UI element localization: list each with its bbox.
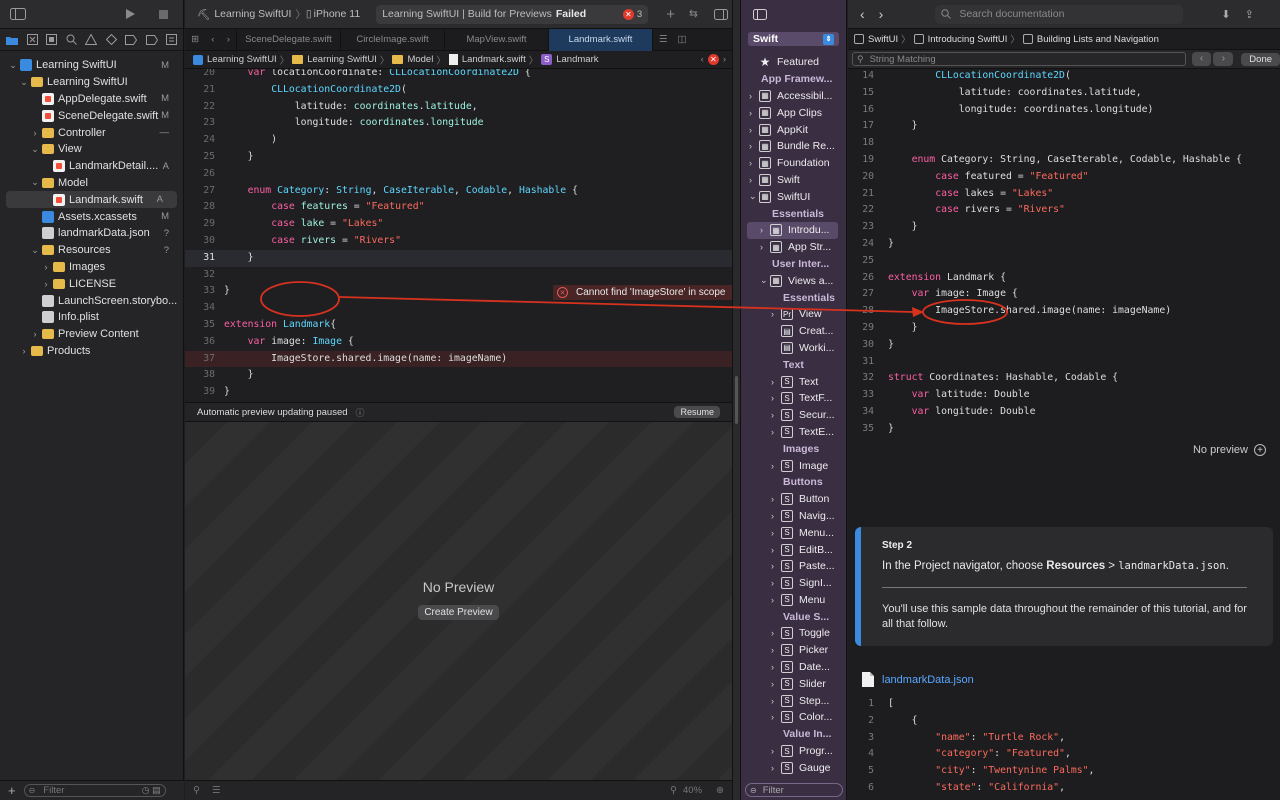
annotation-arrow-head xyxy=(912,307,924,317)
annotation-overlay xyxy=(260,281,1008,325)
highlight-ellipse-doc xyxy=(922,299,1008,325)
annotation-arrow-line xyxy=(338,296,915,313)
highlight-ellipse-editor xyxy=(260,281,340,317)
